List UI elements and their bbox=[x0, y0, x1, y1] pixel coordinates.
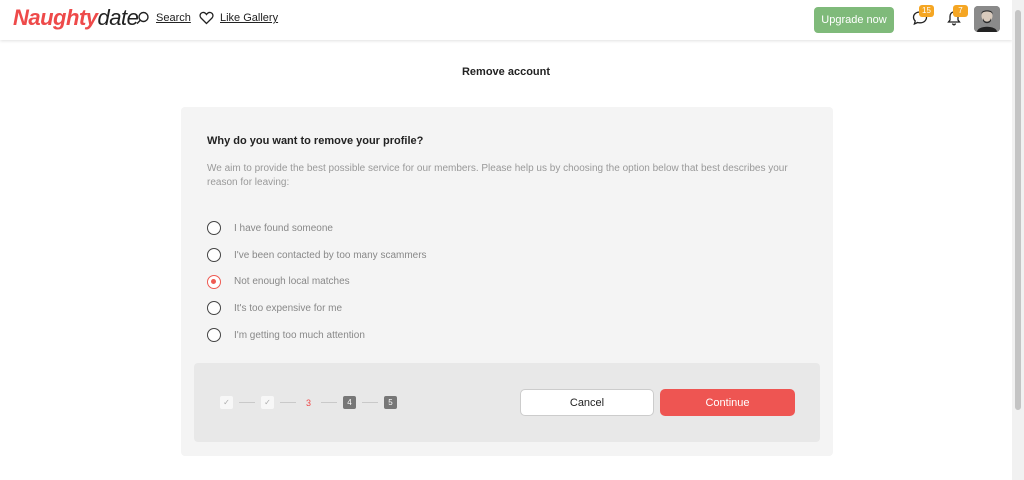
messages-badge: 15 bbox=[919, 5, 934, 17]
heart-icon bbox=[199, 11, 214, 25]
step-connector bbox=[321, 402, 337, 403]
logo-part2: date bbox=[97, 5, 139, 30]
question-title: Why do you want to remove your profile? bbox=[207, 135, 424, 147]
reason-option[interactable]: I have found someone bbox=[207, 215, 427, 242]
reason-option-label: Not enough local matches bbox=[234, 276, 350, 288]
question-description: We aim to provide the best possible serv… bbox=[207, 163, 788, 188]
upgrade-button[interactable]: Upgrade now bbox=[814, 7, 894, 33]
reason-options: I have found someone I've been contacted… bbox=[207, 215, 427, 348]
reason-option-label: I've been contacted by too many scammers bbox=[234, 249, 427, 261]
scrollbar-thumb[interactable] bbox=[1015, 10, 1021, 410]
nav-search[interactable]: Search bbox=[136, 11, 191, 25]
logo[interactable]: Naughtydate bbox=[13, 5, 139, 31]
user-avatar-icon bbox=[974, 6, 1000, 32]
reason-option[interactable]: I'm getting too much attention bbox=[207, 322, 427, 349]
reason-option[interactable]: It's too expensive for me bbox=[207, 295, 427, 322]
nav-search-label: Search bbox=[156, 12, 191, 24]
reason-option[interactable]: I've been contacted by too many scammers bbox=[207, 242, 427, 269]
avatar[interactable] bbox=[974, 6, 1000, 32]
search-icon bbox=[136, 11, 149, 25]
step-4: 4 bbox=[343, 396, 356, 409]
step-2-check-icon: ✓ bbox=[261, 396, 274, 409]
step-1-check-icon: ✓ bbox=[220, 396, 233, 409]
radio-button[interactable] bbox=[207, 328, 221, 343]
page-title: Remove account bbox=[461, 66, 551, 78]
page-scrollbar[interactable] bbox=[1012, 0, 1024, 480]
notifications-button[interactable]: 7 bbox=[946, 5, 968, 31]
remove-account-card: Why do you want to remove your profile? … bbox=[181, 107, 833, 456]
radio-button-selected[interactable] bbox=[207, 274, 221, 289]
radio-button[interactable] bbox=[207, 301, 221, 316]
step-3: 3 bbox=[305, 397, 311, 408]
reason-option-label: I have found someone bbox=[234, 222, 333, 234]
radio-button[interactable] bbox=[207, 221, 221, 236]
reason-option[interactable]: Not enough local matches bbox=[207, 268, 427, 295]
reason-option-label: It's too expensive for me bbox=[234, 302, 343, 314]
step-progress: ✓ ✓ 3 4 5 bbox=[220, 396, 397, 409]
step-5: 5 bbox=[384, 396, 397, 409]
top-header: Naughtydate Search Like Gallery Upgrade … bbox=[0, 0, 1012, 40]
radio-button[interactable] bbox=[207, 248, 221, 263]
cancel-button[interactable]: Cancel bbox=[520, 389, 654, 416]
nav-like-gallery[interactable]: Like Gallery bbox=[199, 11, 278, 25]
step-connector bbox=[239, 402, 255, 403]
notifications-badge: 7 bbox=[953, 5, 968, 17]
messages-button[interactable]: 15 bbox=[912, 5, 934, 31]
reason-option-label: I'm getting too much attention bbox=[234, 329, 365, 341]
action-footer: ✓ ✓ 3 4 5 Cancel Continue bbox=[194, 363, 820, 442]
logo-part1: Naughty bbox=[13, 5, 98, 30]
step-connector bbox=[362, 402, 378, 403]
continue-button[interactable]: Continue bbox=[660, 389, 795, 416]
nav-like-gallery-label: Like Gallery bbox=[220, 12, 279, 24]
step-connector bbox=[280, 402, 296, 403]
